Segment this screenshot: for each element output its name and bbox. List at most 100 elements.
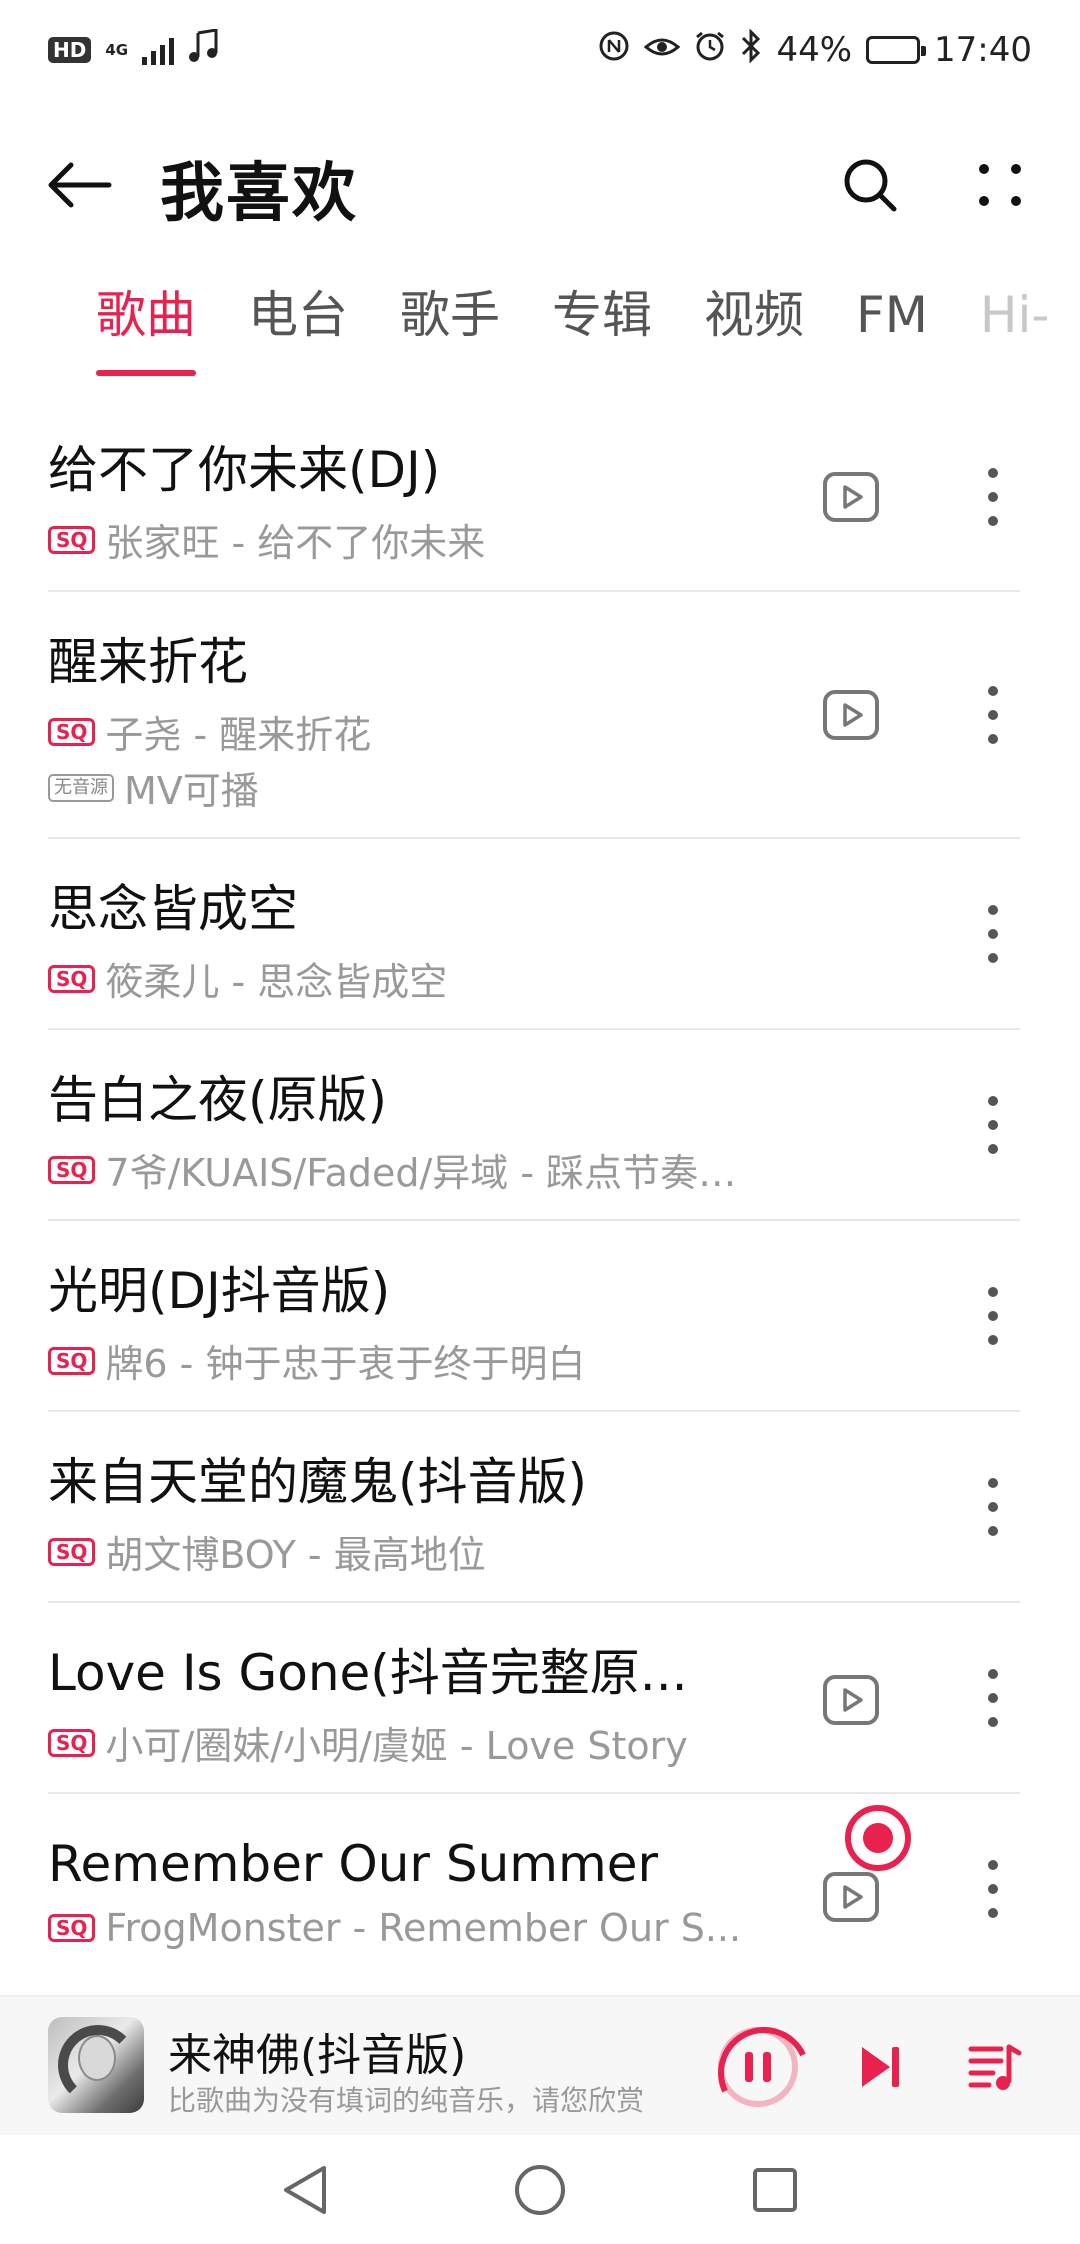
pause-button[interactable] [718, 2027, 798, 2107]
nav-home-button[interactable] [505, 2155, 575, 2225]
clock: 17:40 [934, 30, 1032, 70]
sq-badge: SQ [48, 1537, 96, 1566]
sq-badge: SQ [48, 964, 96, 993]
video-play-icon [843, 485, 863, 509]
mv-play-button[interactable] [823, 472, 879, 522]
battery-percent: 44% [776, 30, 853, 70]
song-row[interactable]: 告白之夜(原版) SQ 7爷/KUAIS/Faded/异域 - 踩点节奏撩动你心 [48, 1030, 1020, 1221]
mv-play-button[interactable] [823, 1872, 879, 1922]
song-more-button[interactable] [968, 452, 1018, 542]
song-row[interactable]: 醒来折花 SQ 子尧 - 醒来折花 无音源 MV可播 [48, 592, 1020, 839]
sq-badge: SQ [48, 717, 96, 746]
nav-recents-icon [753, 2167, 797, 2212]
tab-hi-res[interactable]: Hi- [980, 280, 1050, 380]
app-header: 我喜欢 [0, 120, 1080, 250]
page-title: 我喜欢 [160, 157, 358, 231]
song-meta: SQ 胡文博BOY - 最高地位 [48, 1524, 486, 1579]
song-title: 醒来折花 [48, 633, 248, 691]
song-meta: SQ 牌6 - 钟于忠于衷于终于明白 [48, 1333, 585, 1388]
song-artist: 张家旺 - 给不了你未来 [105, 521, 486, 565]
song-title: 告白之夜(原版) [48, 1071, 388, 1129]
search-icon [844, 159, 897, 212]
alarm-icon [694, 30, 726, 71]
mv-available-text: MV可播 [124, 769, 259, 813]
song-title: 光明(DJ抖音版) [48, 1262, 391, 1320]
song-artist: FrogMonster - Remember Our S... [105, 1906, 742, 1950]
song-more-button[interactable] [968, 670, 1018, 760]
sq-badge: SQ [48, 1155, 96, 1184]
tab-albums[interactable]: 专辑 [552, 280, 652, 380]
song-more-button[interactable] [968, 1844, 1018, 1934]
status-right: 44% 17:40 [598, 27, 1032, 72]
playlist-button[interactable] [965, 2037, 1025, 2097]
search-button[interactable] [830, 145, 910, 225]
song-title: 思念皆成空 [48, 880, 298, 938]
signal-icon [142, 35, 175, 65]
hd-badge: HD [48, 37, 92, 63]
song-list: 给不了你未来(DJ) SQ 张家旺 - 给不了你未来 醒来折花 SQ 子尧 - … [0, 400, 1080, 1985]
category-tabs: 歌曲 电台 歌手 专辑 视频 FM Hi- [0, 280, 1080, 390]
song-more-button[interactable] [968, 1653, 1018, 1743]
network-type: 4G [105, 40, 129, 59]
nav-home-icon [515, 2164, 565, 2215]
next-button[interactable] [850, 2037, 910, 2097]
record-indicator-icon[interactable] [845, 1805, 911, 1871]
system-nav-bar [0, 2135, 1080, 2244]
video-play-icon [843, 1688, 863, 1712]
video-play-icon [843, 1885, 863, 1909]
no-source-badge: 无音源 [48, 773, 114, 802]
song-meta: SQ 张家旺 - 给不了你未来 [48, 512, 485, 567]
song-more-button[interactable] [968, 1080, 1018, 1170]
mv-play-button[interactable] [823, 690, 879, 740]
nav-recents-button[interactable] [740, 2155, 810, 2225]
status-bar: HD 4G 44% 17:40 [0, 0, 1080, 100]
playlist-icon [968, 2044, 1022, 2090]
song-row[interactable]: 思念皆成空 SQ 筱柔儿 - 思念皆成空 [48, 839, 1020, 1030]
pause-icon-bar [745, 2052, 753, 2082]
song-row[interactable]: 来自天堂的魔鬼(抖音版) SQ 胡文博BOY - 最高地位 [48, 1412, 1020, 1603]
album-cover[interactable] [48, 2017, 144, 2113]
network-label: 4G [105, 40, 129, 59]
eye-comfort-icon [644, 30, 681, 70]
tab-fm[interactable]: FM [856, 280, 928, 380]
sq-badge: SQ [48, 525, 96, 554]
mini-player[interactable]: 来神佛(抖音版) 比歌曲为没有填词的纯音乐，请您欣赏 [0, 1995, 1080, 2135]
song-more-button[interactable] [968, 889, 1018, 979]
video-play-icon [843, 703, 863, 727]
now-playing-title: 来神佛(抖音版) [168, 2030, 467, 2081]
nav-back-button[interactable] [270, 2155, 340, 2225]
tab-songs[interactable]: 歌曲 [96, 280, 196, 380]
mv-play-button[interactable] [823, 1675, 879, 1725]
song-artist: 筱柔儿 - 思念皆成空 [105, 960, 448, 1004]
song-artist: 胡文博BOY - 最高地位 [105, 1533, 486, 1577]
status-left: HD 4G [48, 27, 218, 72]
song-row[interactable]: Love Is Gone(抖音完整原... SQ 小可/圈妹/小明/虞姬 - L… [48, 1603, 1020, 1794]
song-meta: SQ 筱柔儿 - 思念皆成空 [48, 951, 447, 1006]
now-playing-subtitle: 比歌曲为没有填词的纯音乐，请您欣赏 [168, 2084, 645, 2117]
song-note: 无音源 MV可播 [48, 760, 259, 815]
more-options-button[interactable] [960, 145, 1040, 225]
song-row[interactable]: 光明(DJ抖音版) SQ 牌6 - 钟于忠于衷于终于明白 [48, 1221, 1020, 1412]
song-artist: 小可/圈妹/小明/虞姬 - Love Story [105, 1724, 688, 1768]
song-row[interactable]: 给不了你未来(DJ) SQ 张家旺 - 给不了你未来 [48, 400, 1020, 592]
sq-badge: SQ [48, 1914, 96, 1942]
back-button[interactable] [40, 150, 120, 220]
song-title: Love Is Gone(抖音完整原... [48, 1644, 688, 1702]
skip-next-icon [862, 2047, 899, 2087]
tab-videos[interactable]: 视频 [704, 280, 804, 380]
song-artist: 7爷/KUAIS/Faded/异域 - 踩点节奏撩动你心 [105, 1151, 745, 1195]
nav-back-icon [284, 2165, 326, 2214]
tab-radio[interactable]: 电台 [248, 280, 348, 380]
song-more-button[interactable] [968, 1271, 1018, 1361]
back-arrow-icon [48, 162, 112, 208]
song-meta: SQ 7爷/KUAIS/Faded/异域 - 踩点节奏撩动你心 [48, 1142, 745, 1197]
music-note-icon [188, 27, 218, 72]
tab-artists[interactable]: 歌手 [400, 280, 500, 380]
song-artist: 子尧 - 醒来折花 [105, 713, 372, 757]
song-artist: 牌6 - 钟于忠于衷于终于明白 [105, 1342, 586, 1386]
song-more-button[interactable] [968, 1462, 1018, 1552]
sq-badge: SQ [48, 1728, 96, 1757]
song-title: 给不了你未来(DJ) [48, 441, 441, 499]
song-title: 来自天堂的魔鬼(抖音版) [48, 1453, 588, 1511]
song-meta: SQ 小可/圈妹/小明/虞姬 - Love Story [48, 1715, 688, 1770]
